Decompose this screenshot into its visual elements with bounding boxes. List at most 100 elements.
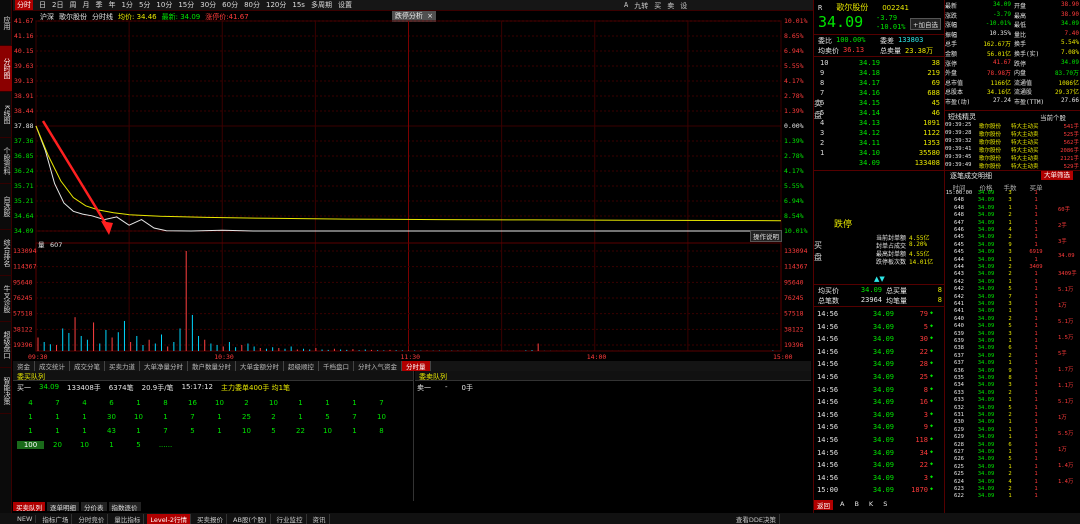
order-side: 1 xyxy=(1034,449,1038,455)
period-tab[interactable]: 日 xyxy=(39,0,46,10)
queue-tab[interactable]: 买卖队列 xyxy=(13,502,45,511)
sell-level-row[interactable]: 10 34.19 38 xyxy=(820,59,950,67)
panel-icon[interactable]: B xyxy=(851,500,861,510)
sidebar-item[interactable]: 自选股 xyxy=(0,184,12,230)
sell-level-row[interactable]: 8 34.17 69 xyxy=(820,79,950,87)
sidebar-item[interactable]: K线图 xyxy=(0,92,12,138)
dynamics-scope-select[interactable]: 当前个股 xyxy=(1040,112,1066,122)
period-tab[interactable]: 设置 xyxy=(338,0,352,10)
order-row: 642 34.09 1 1 xyxy=(945,279,1080,285)
sell-level-row[interactable]: 6 34.15 45 xyxy=(820,99,950,107)
sidebar-item[interactable]: 牛叉诊股 xyxy=(0,276,12,322)
stat-row: 最新 34.09 开盘 38.90 xyxy=(945,1,1080,10)
panel-icon[interactable]: S xyxy=(880,500,890,510)
sidebar-item[interactable]: 应用 xyxy=(0,0,12,46)
drag-handle-icon[interactable]: ▲▼ xyxy=(874,275,886,283)
queue-tab[interactable]: 逐单明细 xyxy=(47,502,79,511)
period-tab[interactable]: 年 xyxy=(108,0,115,10)
trade-time: 14:56 xyxy=(817,461,839,470)
status-item[interactable]: NEW xyxy=(14,514,37,523)
volume-tick-label: 19396 xyxy=(13,341,33,349)
period-tab[interactable]: 120分 xyxy=(266,0,286,10)
queue-cell: 22 xyxy=(296,427,305,435)
sell-level-row[interactable]: 2 34.11 1353 xyxy=(820,139,950,147)
queue-cell: 5 xyxy=(190,427,195,435)
sidebar-item[interactable]: 超级盘口 xyxy=(0,322,12,368)
period-tab[interactable]: 15s xyxy=(292,1,305,9)
order-row: 633 34.09 2 1 xyxy=(945,390,1080,396)
period-tab[interactable]: 10分 xyxy=(156,0,172,10)
sell-level-row[interactable]: 5 34.14 46 xyxy=(820,109,950,117)
order-price: 34.09 xyxy=(977,190,995,196)
queue-cell: 16 xyxy=(188,399,197,407)
period-tab[interactable]: 30分 xyxy=(200,0,216,10)
dynamics-row[interactable]: 09:39:49 歌尔股份 特大主动卖 529手 xyxy=(945,162,1080,170)
order-time: 641 xyxy=(954,308,964,315)
indicator-tab[interactable]: 成交分笔 xyxy=(70,361,105,371)
period-tab[interactable]: 月 xyxy=(82,0,89,10)
dynamics-row[interactable]: 09:39:28 歌尔股份 特大主动卖 525手 xyxy=(945,130,1080,138)
toolbar-icon[interactable]: 卖 xyxy=(667,1,674,11)
order-volume: 2 xyxy=(1008,271,1012,278)
period-tab[interactable]: 2日 xyxy=(52,0,63,10)
indicator-tab[interactable]: 成交统计 xyxy=(35,361,70,371)
period-tab[interactable]: 80分 xyxy=(244,0,260,10)
queue-tab[interactable]: 指数逐价 xyxy=(108,502,141,511)
intraday-chart[interactable]: 41.67 10.01% 41.16 8.65% 40.15 6.94% 39.63 5.55… xyxy=(13,11,811,361)
period-tab[interactable]: 多周期 xyxy=(311,0,332,10)
queue-tab[interactable]: 分价表 xyxy=(81,502,107,511)
sidebar-item[interactable]: 个股资料 xyxy=(0,138,12,184)
indicator-tab[interactable]: 散户数量分时 xyxy=(188,361,236,371)
trade-volume: 79 xyxy=(919,310,928,318)
toolbar-icon[interactable]: 买 xyxy=(654,1,661,11)
dde-decision-link[interactable]: 查看DDE决策 xyxy=(733,513,780,524)
period-tab[interactable]: 季 xyxy=(95,0,102,10)
sell-level-row[interactable]: 34.09 133408 xyxy=(820,159,950,167)
indicator-tab[interactable]: 分时入气资金 xyxy=(354,361,402,371)
add-watchlist-button[interactable]: +加自选 xyxy=(910,18,941,30)
toolbar-icon[interactable]: A xyxy=(624,1,628,11)
sell-level-row[interactable]: 9 34.18 219 xyxy=(820,69,950,77)
back-button[interactable]: 返回 xyxy=(814,500,833,510)
indicator-tab[interactable]: 买卖力道 xyxy=(105,361,140,371)
status-item[interactable]: 行业监控 xyxy=(274,513,307,524)
panel-icon[interactable]: K xyxy=(866,500,876,510)
sidebar-item[interactable]: 综合排名 xyxy=(0,230,12,276)
dynamics-row[interactable]: 09:39:41 歌尔股份 特大主动买 2086手 xyxy=(945,146,1080,154)
period-tab[interactable]: 5分 xyxy=(139,0,150,10)
indicator-tab[interactable]: 分时量 xyxy=(402,361,431,371)
toolbar-icon[interactable]: 九转 xyxy=(634,1,648,11)
indicator-tab[interactable]: 资金 xyxy=(13,361,35,371)
sell-level-row[interactable]: 4 34.13 1091 xyxy=(820,119,950,127)
order-time: 640 xyxy=(954,323,964,330)
panel-icon[interactable]: A xyxy=(837,500,847,510)
indicator-tab[interactable]: 大单金额分时 xyxy=(236,361,284,371)
indicator-tab[interactable]: 超级顺控 xyxy=(284,361,319,371)
period-tab[interactable]: 1分 xyxy=(121,0,132,10)
period-tab[interactable]: 15分 xyxy=(178,0,194,10)
status-item[interactable]: 分时竞价 xyxy=(75,513,109,524)
period-tab[interactable]: 60分 xyxy=(222,0,238,10)
sell-level-row[interactable]: 3 34.12 1122 xyxy=(820,129,950,137)
sidebar-item[interactable]: 分时图 xyxy=(0,46,12,92)
instruction-button[interactable]: 操作说明 xyxy=(750,230,782,242)
status-item[interactable]: 买卖报价 xyxy=(194,513,228,524)
dynamics-row[interactable]: 09:39:25 歌尔股份 特大主动买 541手 xyxy=(945,122,1080,130)
toolbar-icon[interactable]: 设 xyxy=(680,1,687,11)
sell-level-row[interactable]: 1 34.10 35580 xyxy=(820,149,950,157)
status-item[interactable]: 指标广场 xyxy=(39,513,73,524)
status-item[interactable]: AB股(个股) xyxy=(230,513,271,524)
order-side-label: 1.1万 xyxy=(1058,383,1074,389)
sell-level-row[interactable]: 7 34.16 688 xyxy=(820,89,950,97)
dynamics-row[interactable]: 09:39:32 歌尔股份 特大主动买 562手 xyxy=(945,138,1080,146)
sidebar-item[interactable]: 智能决策 xyxy=(0,368,12,414)
status-item[interactable]: 量比指标 xyxy=(111,513,145,524)
period-tab[interactable]: 分时 xyxy=(15,0,33,10)
status-item[interactable]: Level-2行情 xyxy=(147,513,192,524)
dynamics-row[interactable]: 09:39:45 歌尔股份 特大主动卖 2121手 xyxy=(945,154,1080,162)
indicator-tab[interactable]: 大单净量分时 xyxy=(140,361,188,371)
status-item[interactable]: 资讯 xyxy=(310,513,330,524)
big-order-filter-button[interactable]: 大单筛选 xyxy=(1041,171,1073,180)
period-tab[interactable]: 周 xyxy=(69,0,76,10)
indicator-tab[interactable]: 千档盘口 xyxy=(319,361,354,371)
